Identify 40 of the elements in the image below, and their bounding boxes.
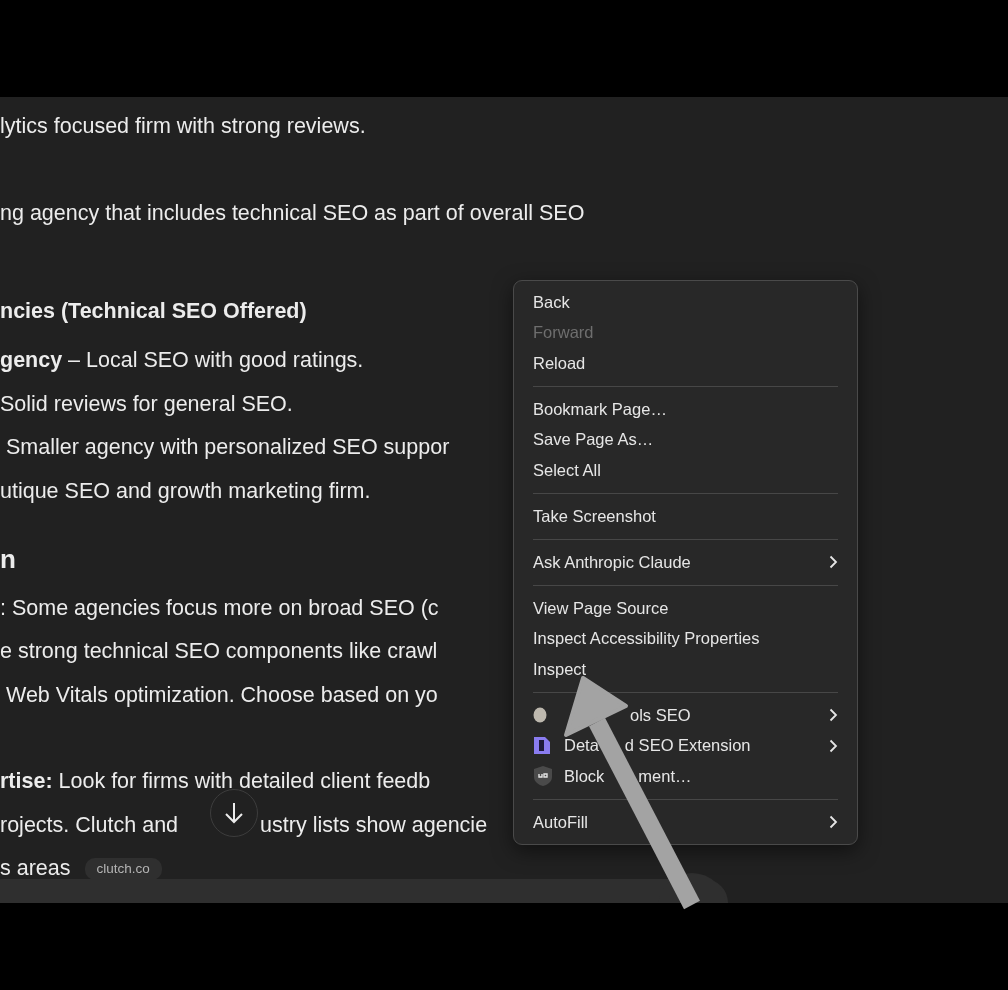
menu-item[interactable]: Inspect Accessibility Properties — [514, 623, 857, 654]
menu-item[interactable]: Reload — [514, 348, 857, 379]
menu-item[interactable]: Save Page As… — [514, 424, 857, 455]
paragraph-text: : Some agencies focus more on broad SEO (c — [0, 594, 439, 622]
paragraph-text: e strong technical SEO components like crawl — [0, 638, 438, 665]
menu-item[interactable]: Bookmark Page… — [514, 394, 857, 425]
menu-item[interactable]: ols SEO — [514, 700, 857, 731]
heading: ncies (Technical SEO Offered) — [0, 298, 307, 325]
menu-item[interactable]: AutoFill — [514, 807, 857, 838]
menu-item[interactable]: Deta d SEO Extension — [514, 730, 857, 761]
menu-item[interactable]: Select All — [514, 455, 857, 486]
paragraph-text: Solid reviews for general SEO. — [0, 390, 293, 418]
heading: n — [0, 542, 16, 576]
chevron-icon — [829, 708, 838, 723]
paragraph-text: rojects. Clutch and — [0, 811, 179, 839]
menu-item[interactable]: Back — [514, 287, 857, 318]
menu-item[interactable]: View Page Source — [514, 593, 857, 624]
message-input-bar[interactable] — [0, 879, 728, 903]
paragraph-text: Smaller agency with personalized SEO suppor — [4, 434, 450, 461]
paragraph-text: gency – Local SEO with good ratings. — [0, 347, 364, 374]
chevron-icon — [829, 815, 838, 830]
menu-item[interactable]: Take Screenshot — [514, 501, 857, 532]
paragraph-text: ng agency that includes technical SEO as part of overall SEO — [0, 199, 585, 227]
paragraph-text: lytics focused firm with strong reviews. — [0, 113, 366, 140]
paragraph-text: Web Vitals optimization. Choose based on yo — [4, 681, 438, 709]
paragraph-text: utique SEO and growth marketing firm. — [0, 477, 371, 505]
shield-icon — [533, 765, 553, 788]
scroll-down-button[interactable] — [210, 789, 258, 837]
paragraph-text: rtise: Look for firms with detailed client feedb — [0, 768, 431, 795]
menu-item[interactable]: Ask Anthropic Claude — [514, 547, 857, 578]
chevron-icon — [829, 738, 838, 753]
circle-icon — [533, 707, 547, 724]
paragraph-text: s areas — [0, 855, 71, 882]
document-icon — [533, 736, 551, 756]
chevron-icon — [829, 555, 838, 570]
source-chip[interactable]: clutch.co — [84, 857, 162, 880]
menu-item[interactable]: Inspect — [514, 654, 857, 685]
menu-item[interactable]: Block ment… — [514, 761, 857, 792]
paragraph-text: ustry lists show agencie — [260, 811, 488, 839]
arrow-down-icon — [223, 801, 245, 825]
